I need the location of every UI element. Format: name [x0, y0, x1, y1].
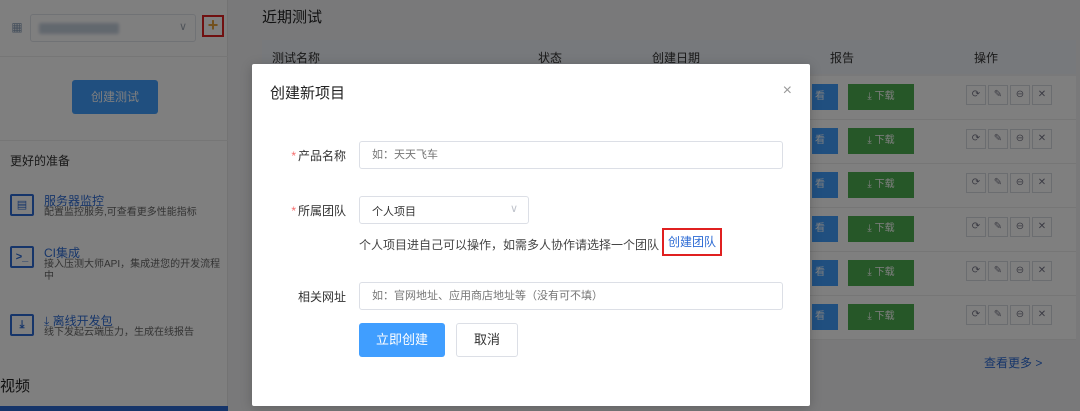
create-team-link[interactable]: 创建团队 [662, 228, 722, 256]
product-name-label: * 产品名称 [291, 149, 346, 163]
create-project-dialog: 创建新项目 × *产品名称 *所属团队 个人项目 ∨ 个人项目进自己可以操作，如… [252, 64, 810, 406]
team-label: * 所属团队 [291, 204, 346, 218]
team-select[interactable]: 个人项目 ∨ [359, 196, 529, 224]
url-input[interactable] [359, 282, 783, 310]
close-icon[interactable]: × [783, 82, 792, 100]
product-name-input[interactable] [359, 141, 783, 169]
chevron-down-icon: ∨ [509, 203, 518, 215]
team-hint: 个人项目进自己可以操作，如需多人协作请选择一个团队 [359, 238, 660, 252]
team-select-value: 个人项目 [372, 206, 416, 218]
submit-create-button[interactable]: 立即创建 [359, 323, 445, 357]
cancel-button[interactable]: 取消 [456, 323, 518, 357]
dialog-title: 创建新项目 [270, 85, 346, 102]
url-label: 相关网址 [297, 290, 346, 304]
